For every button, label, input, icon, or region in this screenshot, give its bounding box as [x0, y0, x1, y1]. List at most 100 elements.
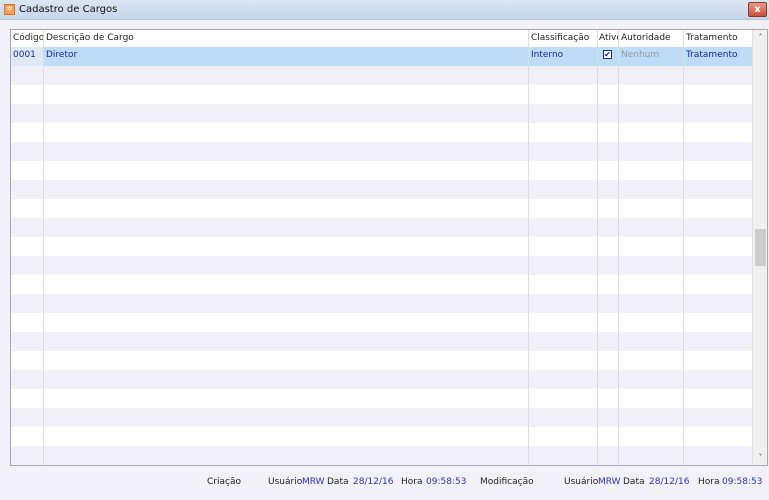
cell[interactable] [684, 294, 753, 313]
cell[interactable] [11, 256, 44, 275]
cell[interactable] [44, 351, 529, 370]
cell[interactable] [684, 85, 753, 104]
cell[interactable] [11, 446, 44, 465]
cell[interactable] [619, 161, 684, 180]
table-row-empty[interactable] [11, 408, 753, 427]
cell[interactable] [529, 123, 598, 142]
cell[interactable] [598, 104, 619, 123]
cell[interactable] [684, 313, 753, 332]
cell[interactable] [598, 199, 619, 218]
cell[interactable] [11, 104, 44, 123]
table-row-empty[interactable] [11, 218, 753, 237]
cell[interactable] [619, 180, 684, 199]
cell[interactable] [619, 427, 684, 446]
cell[interactable] [11, 180, 44, 199]
cell[interactable] [684, 123, 753, 142]
cell[interactable] [529, 408, 598, 427]
cell[interactable] [529, 161, 598, 180]
cell[interactable] [44, 370, 529, 389]
cell[interactable] [44, 161, 529, 180]
table-row-empty[interactable] [11, 389, 753, 408]
cell[interactable] [598, 256, 619, 275]
cell[interactable] [529, 275, 598, 294]
cell[interactable] [44, 256, 529, 275]
table-row-empty[interactable] [11, 180, 753, 199]
cell[interactable] [11, 123, 44, 142]
cell[interactable] [619, 370, 684, 389]
table-row-empty[interactable] [11, 427, 753, 446]
cell[interactable] [684, 199, 753, 218]
table-row-empty[interactable] [11, 275, 753, 294]
table-row-empty[interactable] [11, 370, 753, 389]
cell[interactable] [529, 370, 598, 389]
cell[interactable] [684, 237, 753, 256]
table-row-empty[interactable] [11, 66, 753, 85]
cell-descricao[interactable]: Diretor [44, 47, 529, 66]
table-row-empty[interactable] [11, 446, 753, 465]
cell[interactable] [44, 313, 529, 332]
cell[interactable] [44, 408, 529, 427]
cell[interactable] [44, 218, 529, 237]
cell[interactable] [11, 66, 44, 85]
table-row-empty[interactable] [11, 161, 753, 180]
cell[interactable] [598, 66, 619, 85]
cell[interactable] [11, 199, 44, 218]
cell[interactable] [44, 275, 529, 294]
cell[interactable] [11, 408, 44, 427]
cell[interactable] [44, 180, 529, 199]
cell[interactable] [619, 237, 684, 256]
cell[interactable] [684, 104, 753, 123]
cell[interactable] [619, 275, 684, 294]
cell[interactable] [598, 294, 619, 313]
cell[interactable] [684, 161, 753, 180]
cell[interactable] [684, 446, 753, 465]
cell[interactable] [619, 446, 684, 465]
table-row-empty[interactable] [11, 123, 753, 142]
cell[interactable] [619, 332, 684, 351]
vertical-scrollbar[interactable]: ˄ ˅ [752, 30, 767, 465]
cell[interactable] [598, 370, 619, 389]
close-button[interactable]: x [748, 2, 767, 17]
cell[interactable] [44, 446, 529, 465]
cell[interactable] [598, 142, 619, 161]
cell[interactable] [11, 351, 44, 370]
cell[interactable] [529, 142, 598, 161]
table-row[interactable]: 0001 Diretor Interno ✔ Nenhum Tratamento [11, 47, 753, 66]
cell[interactable] [598, 237, 619, 256]
cell[interactable] [529, 427, 598, 446]
cell[interactable] [619, 389, 684, 408]
cell[interactable] [598, 123, 619, 142]
cell[interactable] [529, 66, 598, 85]
cell[interactable] [529, 313, 598, 332]
cell[interactable] [619, 66, 684, 85]
cell[interactable] [619, 294, 684, 313]
cell[interactable] [44, 142, 529, 161]
table-row-empty[interactable] [11, 237, 753, 256]
scroll-up-icon[interactable]: ˄ [753, 33, 767, 42]
cell[interactable] [598, 313, 619, 332]
cell[interactable] [11, 389, 44, 408]
cell[interactable] [529, 351, 598, 370]
cell[interactable] [684, 370, 753, 389]
cell[interactable] [529, 85, 598, 104]
cell[interactable] [619, 408, 684, 427]
cell[interactable] [619, 199, 684, 218]
cell[interactable] [11, 161, 44, 180]
cell[interactable] [684, 66, 753, 85]
cell[interactable] [598, 332, 619, 351]
cell[interactable] [619, 351, 684, 370]
cell[interactable] [44, 389, 529, 408]
cell[interactable] [11, 275, 44, 294]
cell[interactable] [619, 218, 684, 237]
cell[interactable] [529, 237, 598, 256]
cell[interactable] [598, 427, 619, 446]
cell[interactable] [529, 218, 598, 237]
cell[interactable] [44, 104, 529, 123]
cell[interactable] [619, 104, 684, 123]
cell[interactable] [529, 446, 598, 465]
cell[interactable] [44, 123, 529, 142]
scroll-thumb[interactable] [755, 229, 766, 266]
cell-tratamento[interactable]: Tratamento [684, 47, 753, 66]
table-row-empty[interactable] [11, 104, 753, 123]
cell[interactable] [598, 180, 619, 199]
